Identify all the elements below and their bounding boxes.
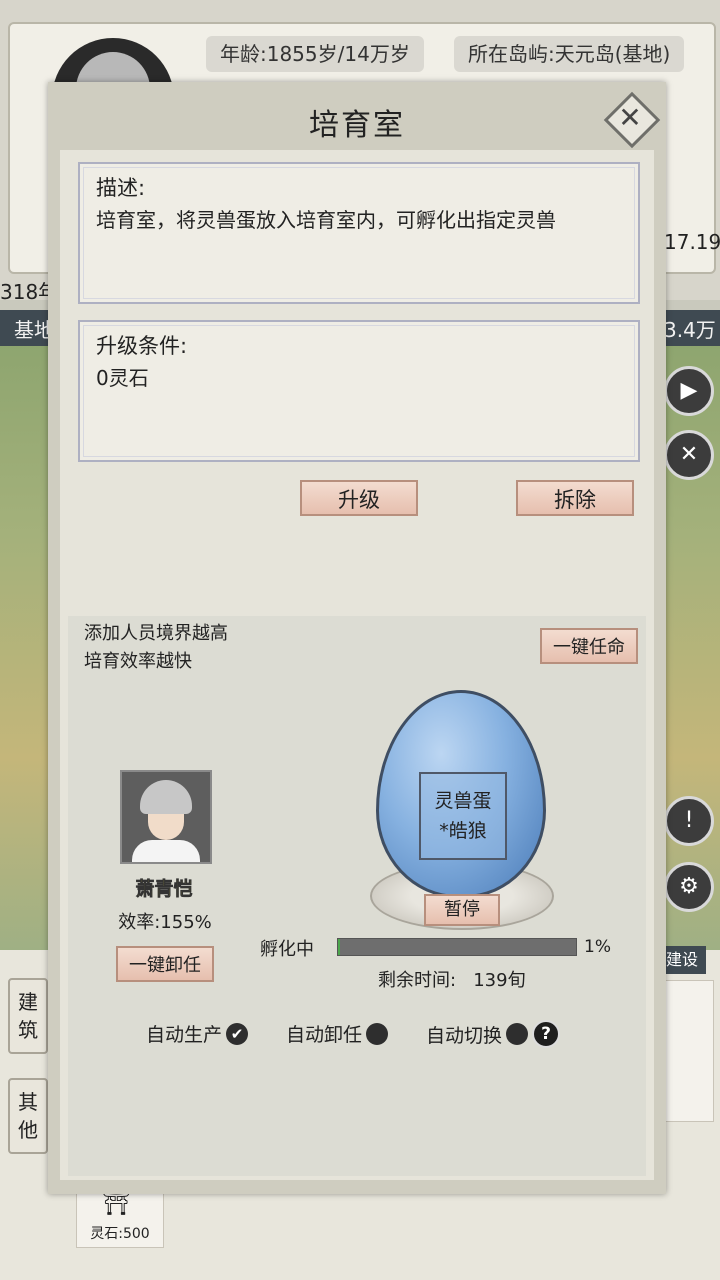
auto-produce-toggle[interactable]: 自动生产 ✔ xyxy=(146,1020,249,1047)
appoint-all-button[interactable]: 一键任命 xyxy=(540,628,638,664)
play-icon[interactable]: ▶ xyxy=(664,366,714,416)
pause-button[interactable]: 暂停 xyxy=(424,894,500,926)
auto-dismiss-toggle[interactable]: 自动卸任 xyxy=(286,1020,389,1047)
unchecked-icon xyxy=(506,1023,529,1045)
dismiss-all-button[interactable]: 一键卸任 xyxy=(116,946,214,982)
egg-label: 灵兽蛋 *皓狼 xyxy=(419,772,507,860)
settings-gear-icon[interactable]: ⚙ xyxy=(664,862,714,912)
auto-dismiss-label: 自动卸任 xyxy=(286,1024,363,1046)
dialog-title: 培育室 xyxy=(309,108,405,143)
upgrade-header: 升级条件: xyxy=(96,334,188,358)
egg-beast: *皓狼 xyxy=(439,820,487,842)
upgrade-cost: 0灵石 xyxy=(96,366,149,390)
worker-portrait[interactable] xyxy=(120,770,212,864)
tab-other[interactable]: 其 他 xyxy=(8,1078,48,1154)
alert-icon[interactable]: ! xyxy=(664,796,714,846)
worker-efficiency: 效率:155% xyxy=(118,912,212,933)
upgrade-condition-box: 升级条件: 0灵石 xyxy=(78,320,640,462)
tip-line-1: 添加人员境界越高 xyxy=(84,623,228,644)
auto-produce-label: 自动生产 xyxy=(146,1024,223,1046)
auto-switch-toggle[interactable]: 自动切换 ? xyxy=(426,1020,561,1048)
hatch-status: 孵化中 xyxy=(260,939,314,960)
worker-name: 萧青恺 xyxy=(135,878,193,901)
egg-type: 灵兽蛋 xyxy=(434,790,492,812)
tip-line-2: 培育效率越快 xyxy=(84,651,192,672)
auto-switch-label: 自动切换 xyxy=(426,1024,503,1047)
close-button[interactable]: ✕ xyxy=(603,91,661,149)
tab-build[interactable]: 建 筑 xyxy=(8,978,48,1054)
hatch-progress-bar xyxy=(337,938,577,956)
amount-label: 3.4万 xyxy=(664,318,716,342)
building-card-right[interactable] xyxy=(662,980,714,1122)
checkmark-icon: ✔ xyxy=(226,1022,249,1045)
description-text: 培育室，将灵兽蛋放入培育室内，可孵化出指定灵兽 xyxy=(96,208,556,232)
hatch-progress-text: 1% xyxy=(584,937,611,957)
close-icon[interactable]: ✕ xyxy=(664,430,714,480)
description-box: 描述: 培育室，将灵兽蛋放入培育室内，可孵化出指定灵兽 xyxy=(78,162,640,304)
island-pill: 所在岛屿:天元岛(基地) xyxy=(454,36,685,72)
close-icon: ✕ xyxy=(618,101,642,134)
age-pill: 年龄:1855岁/14万岁 xyxy=(206,36,424,72)
incubation-room-dialog: 培育室 ✕ 描述: 培育室，将灵兽蛋放入培育室内，可孵化出指定灵兽 升级条件: … xyxy=(48,82,666,1194)
remaining-time: 剩余时间: 139旬 xyxy=(378,970,526,991)
description-header: 描述: xyxy=(96,176,146,200)
help-icon[interactable]: ? xyxy=(532,1020,561,1048)
building-cost: 灵石:500 xyxy=(90,1226,150,1242)
upgrade-button[interactable]: 升级 xyxy=(300,480,418,516)
hatch-progress-fill xyxy=(338,939,341,955)
unchecked-icon xyxy=(366,1022,389,1045)
demolish-button[interactable]: 拆除 xyxy=(516,480,634,516)
value-text: 17.19 xyxy=(664,230,720,254)
